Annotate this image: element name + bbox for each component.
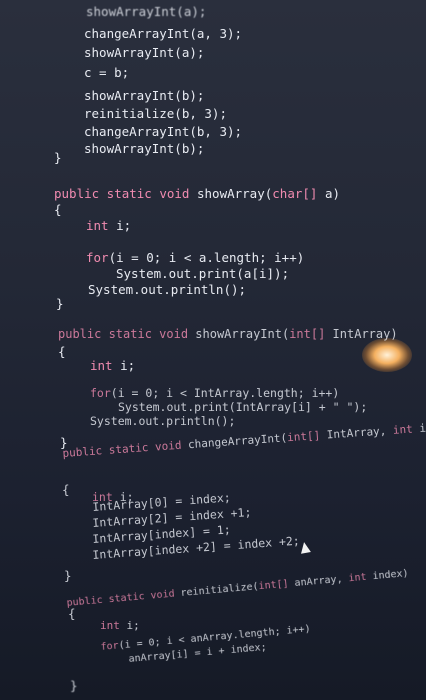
open-brace: { [54,202,62,217]
code-line: System.out.println(); [88,282,247,297]
open-brace: { [58,344,66,359]
closing-brace: } [56,296,64,311]
open-brace: { [68,606,76,621]
keyword: for [86,250,109,265]
code-line: int i; [90,358,135,373]
keyword: for [90,386,111,400]
code-line: int i; [100,618,140,633]
method-name: showArrayInt( [188,327,290,341]
method-name: reinitialize( [174,581,260,600]
keyword: public static void [54,186,190,201]
code-line: for(i = 0; i < a.length; i++) [86,250,304,265]
method-signature-reinitialize: public static void reinitialize(int[] an… [66,566,409,611]
decl: i; [112,358,136,373]
keyword: public static void [62,438,182,460]
for-expr: (i = 0; i < IntArray.length; i++) [110,386,340,400]
closing-brace: } [64,568,72,583]
param: anArray, [288,573,344,590]
keyword: int [90,358,113,373]
param: IntArray, [319,424,387,442]
method-name: showArray( [189,186,273,201]
for-expr: (i = 0; i < a.length; i++) [108,250,305,265]
type-keyword: int[] [286,428,321,445]
param: IntArray) [325,327,398,341]
code-line: showArrayInt(a); [86,4,207,19]
code-line: showArrayInt(b); [84,141,205,156]
keyword: public static void [66,588,176,609]
closing-brace: } [70,678,78,693]
type-keyword: int[] [289,327,326,341]
code-line: changeArrayInt(b, 3); [84,124,243,139]
type-keyword: int [385,422,414,438]
keyword: int [100,619,120,632]
param: a) [317,186,340,201]
light-glare [362,338,412,372]
method-signature-showArrayInt: public static void showArrayInt(int[] In… [58,327,398,342]
method-signature-showArray: public static void showArray(char[] a) [54,186,340,201]
method-name: changeArrayInt( [180,431,288,452]
keyword: int [86,218,109,233]
keyword: public static void [58,327,189,341]
code-line: c = b; [84,65,130,80]
param: index) [366,568,410,583]
code-line: showArrayInt(b); [84,88,205,103]
type-keyword: int [342,571,368,585]
code-line: showArrayInt(a); [84,45,205,60]
param: index) [418,419,426,436]
code-line: changeArrayInt(a, 3); [84,26,243,41]
code-line: reinitialize(b, 3); [84,106,227,121]
keyword: for [100,640,120,653]
closing-brace: } [54,150,62,165]
type-keyword: char[] [272,186,318,201]
code-line: System.out.print(IntArray[i] + " "); [118,400,368,414]
code-line: for(i = 0; i < IntArray.length; i++) [90,386,339,401]
mouse-cursor-icon [299,541,311,554]
code-editor-screen: showArrayInt(a); changeArrayInt(a, 3); s… [0,0,426,700]
decl: i; [108,218,132,233]
type-keyword: int[] [258,578,290,593]
code-line: System.out.print(a[i]); [116,266,290,281]
code-line: System.out.println(); [90,414,236,428]
decl: i; [119,619,140,632]
open-brace: { [62,482,70,497]
code-line: int i; [86,218,131,233]
